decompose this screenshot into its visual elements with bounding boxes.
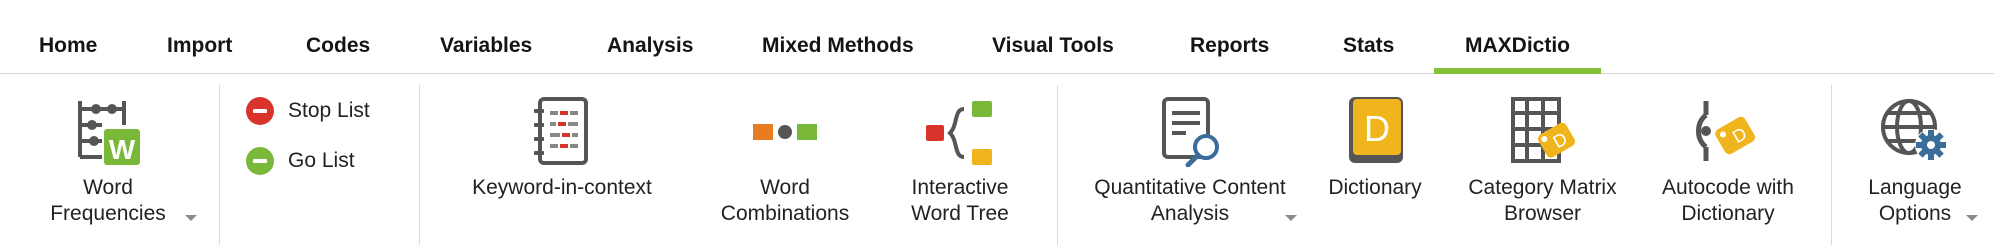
word-frequencies-button[interactable]: W Word Frequencies: [30, 75, 197, 246]
word-frequencies-label-line2: Frequencies: [50, 202, 166, 225]
interactive-word-tree-button[interactable]: Interactive Word Tree: [890, 75, 1030, 246]
language-options-label-line1: Language: [1868, 176, 1962, 199]
keyword-in-context-icon: [534, 97, 588, 165]
keyword-in-context-label-line1: Keyword-in-context: [472, 176, 652, 199]
category-matrix-icon: D: [1510, 97, 1575, 163]
word-combinations-button[interactable]: Word Combinations: [705, 75, 865, 246]
chevron-down-icon[interactable]: [1966, 215, 1978, 221]
autocode-with-dictionary-label: Autocode with Dictionary: [1643, 175, 1813, 227]
minus-circle-green-icon: [246, 147, 274, 175]
word-combinations-icon: [753, 124, 817, 140]
word-frequencies-label: Word Frequencies: [30, 175, 186, 227]
language-options-button[interactable]: Language Options: [1850, 75, 1980, 246]
globe-gear-icon: [1881, 99, 1947, 161]
autocode-with-dictionary-button[interactable]: D Autocode with Dictionary: [1643, 75, 1813, 246]
category-matrix-browser-label-line1: Category Matrix: [1468, 176, 1617, 199]
word-frequencies-label-line1: Word: [83, 176, 133, 199]
chevron-down-icon[interactable]: [1285, 215, 1297, 221]
quantitative-content-analysis-label-line1: Quantitative Content: [1094, 176, 1286, 199]
ribbon-separator: [1831, 85, 1832, 245]
tab-home[interactable]: Home: [39, 34, 97, 74]
interactive-word-tree-label: Interactive Word Tree: [890, 175, 1030, 227]
document-search-icon: [1162, 97, 1219, 167]
word-combinations-label: Word Combinations: [705, 175, 865, 227]
tab-maxdictio[interactable]: MAXDictio: [1434, 34, 1601, 74]
tab-reports[interactable]: Reports: [1190, 34, 1269, 74]
autocode-with-dictionary-label-line2: Dictionary: [1681, 202, 1775, 225]
tab-stats[interactable]: Stats: [1343, 34, 1394, 74]
ribbon-separator: [219, 85, 220, 245]
category-matrix-browser-button[interactable]: D Category Matrix Browser: [1455, 75, 1630, 246]
stop-list-label: Stop List: [288, 99, 370, 122]
stop-list-button[interactable]: Stop List: [246, 93, 370, 129]
minus-circle-red-icon: [246, 97, 274, 125]
word-frequencies-icon: W: [78, 101, 140, 165]
autocode-with-dictionary-label-line1: Autocode with: [1662, 176, 1794, 199]
svg-text:D: D: [1364, 108, 1390, 149]
ribbon-separator: [1057, 85, 1058, 245]
word-combinations-label-line2: Combinations: [720, 202, 850, 225]
tab-visual-tools[interactable]: Visual Tools: [992, 34, 1114, 74]
autocode-dictionary-icon: D: [1696, 101, 1756, 161]
language-options-label-line2: Options: [1878, 202, 1952, 225]
go-list-label: Go List: [288, 149, 355, 172]
word-tree-icon: [926, 101, 992, 165]
ribbon-panel: W Word Frequencies Stop List Go List Key…: [0, 75, 1994, 246]
keyword-in-context-button[interactable]: Keyword-in-context: [452, 75, 672, 246]
ribbon-tab-bar: Home Import Codes Variables Analysis Mix…: [0, 0, 1994, 74]
tab-analysis[interactable]: Analysis: [607, 34, 693, 74]
interactive-word-tree-label-line2: Word Tree: [911, 202, 1009, 225]
dictionary-label-line1: Dictionary: [1328, 176, 1422, 199]
interactive-word-tree-label-line1: Interactive: [911, 176, 1009, 199]
category-matrix-browser-label: Category Matrix Browser: [1455, 175, 1630, 227]
quantitative-content-analysis-button[interactable]: Quantitative Content Analysis: [1075, 75, 1305, 246]
ribbon-separator: [419, 85, 420, 245]
dictionary-label: Dictionary: [1315, 175, 1435, 201]
tab-mixed-methods[interactable]: Mixed Methods: [762, 34, 914, 74]
chevron-down-icon[interactable]: [185, 215, 197, 221]
language-options-label: Language Options: [1850, 175, 1980, 227]
keyword-in-context-label: Keyword-in-context: [452, 175, 672, 201]
category-matrix-browser-label-line2: Browser: [1503, 202, 1582, 225]
tab-codes[interactable]: Codes: [306, 34, 370, 74]
go-list-button[interactable]: Go List: [246, 143, 355, 179]
dictionary-button[interactable]: D Dictionary: [1315, 75, 1435, 246]
quantitative-content-analysis-label-line2: Analysis: [1150, 202, 1230, 225]
dictionary-book-icon: D: [1349, 97, 1403, 163]
word-combinations-label-line1: Word: [760, 176, 810, 199]
tab-import[interactable]: Import: [167, 34, 232, 74]
quantitative-content-analysis-label: Quantitative Content Analysis: [1075, 175, 1305, 227]
tab-variables[interactable]: Variables: [440, 34, 532, 74]
svg-text:W: W: [109, 134, 136, 165]
